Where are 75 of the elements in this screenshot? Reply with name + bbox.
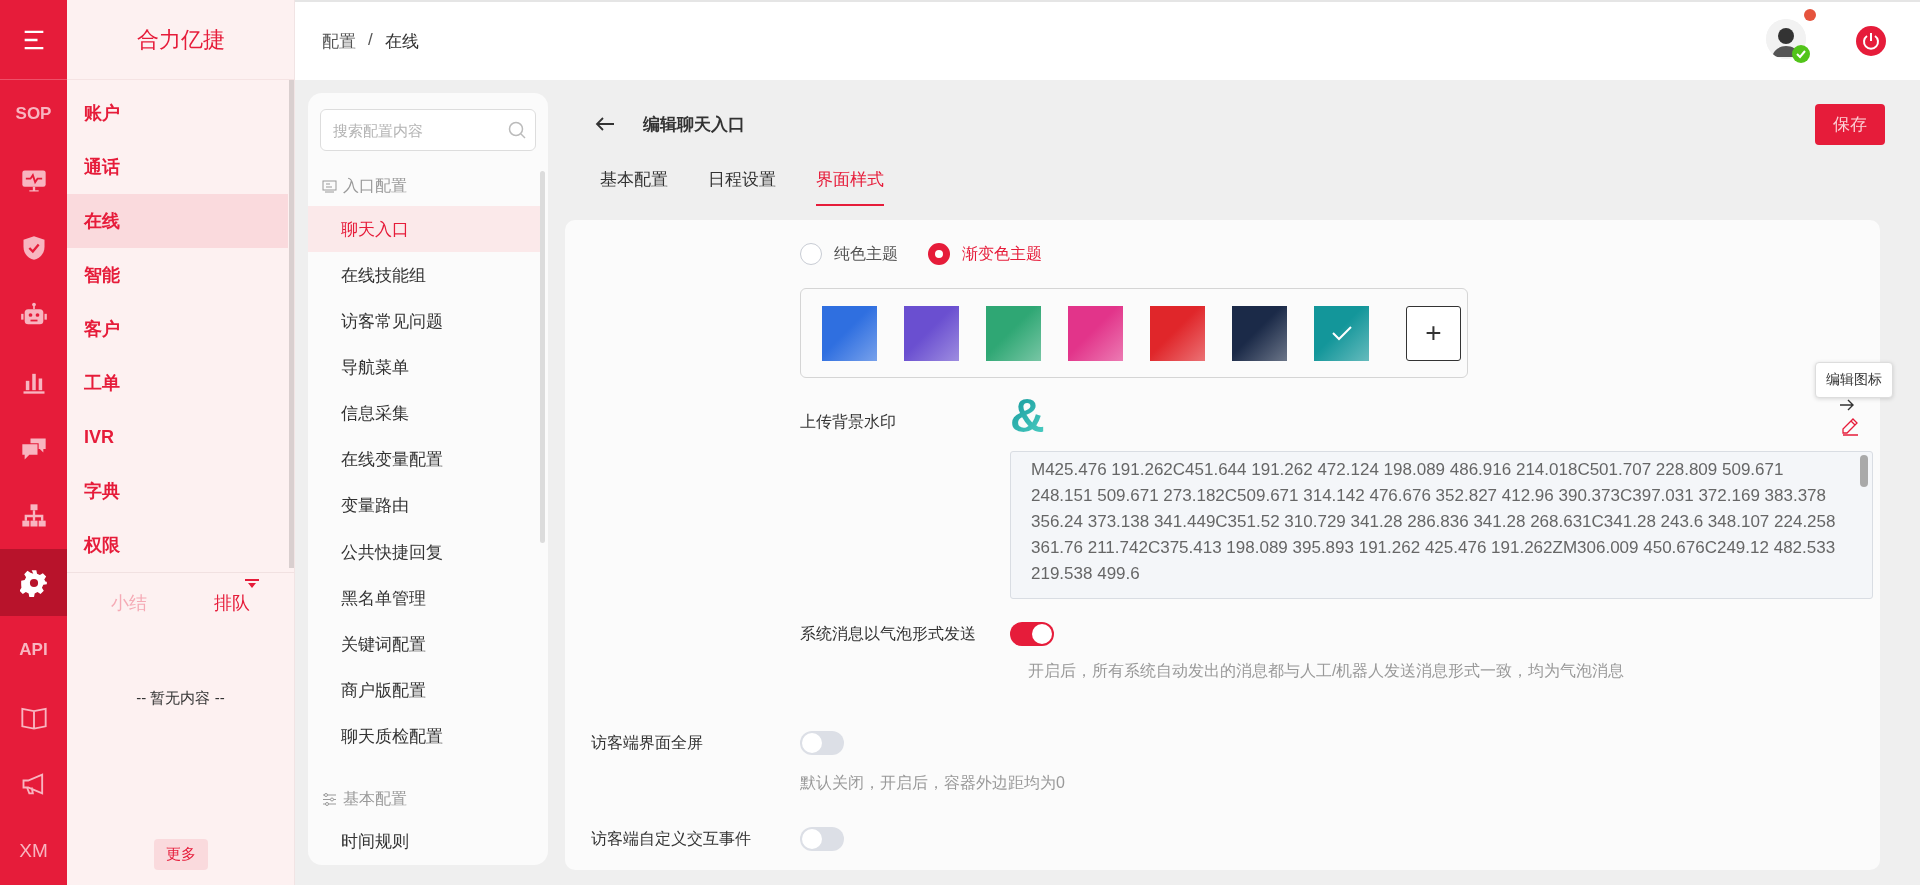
breadcrumb-item[interactable]: 配置	[322, 29, 356, 53]
breadcrumb-item: 在线	[384, 30, 419, 53]
brand-name: 合力亿捷	[67, 0, 294, 80]
page-title: 编辑聊天入口	[643, 113, 745, 136]
color-swatch[interactable]	[986, 305, 1041, 361]
config-menu-item[interactable]: 访客常见问题	[308, 298, 540, 345]
tab[interactable]: 基本配置	[600, 168, 668, 206]
tab[interactable]: 界面样式	[816, 168, 884, 206]
group-title: 入口配置	[343, 176, 407, 197]
empty-message: -- 暂无内容 --	[135, 689, 226, 708]
color-swatch[interactable]	[822, 305, 877, 361]
config-menu-item[interactable]: 在线变量配置	[308, 436, 540, 483]
dropdown-caret-icon[interactable]	[245, 579, 259, 588]
config-menu-item[interactable]: 聊天入口	[308, 206, 540, 253]
nav-menu-item[interactable]: 在线	[67, 194, 288, 248]
config-menu-item[interactable]: 商户版配置	[308, 667, 540, 714]
nav-menu-item[interactable]: 通话	[67, 140, 288, 194]
radio-button[interactable]: 渐变色主题	[928, 243, 1042, 265]
settings-icon	[19, 568, 48, 597]
org-chart-icon	[19, 501, 48, 530]
edit-icon[interactable]	[1840, 416, 1860, 436]
config-menu-item[interactable]: 聊天质检配置	[308, 713, 540, 760]
config-menu-item[interactable]: 信息采集	[308, 390, 540, 437]
scrollbar[interactable]	[289, 80, 294, 568]
online-status-icon	[1792, 45, 1810, 63]
arrow-icon[interactable]	[1839, 398, 1855, 412]
field-label: 访客端界面全屏	[591, 732, 704, 753]
config-menu-item[interactable]: 关键词配置	[308, 621, 540, 668]
tooltip: 编辑图标	[1815, 362, 1893, 398]
config-menu-item[interactable]: 在线技能组	[308, 252, 540, 299]
hint-text: 默认关闭，开启后，容器外边距均为0	[800, 773, 1066, 793]
color-swatch[interactable]	[1314, 305, 1369, 361]
more-button[interactable]: 更多	[153, 839, 208, 870]
save-button[interactable]: 保存	[1815, 103, 1885, 145]
field-label: 系统消息以气泡形式发送	[800, 623, 977, 644]
config-menu-item[interactable]: 导航菜单	[308, 344, 540, 391]
add-swatch-button[interactable]: +	[1406, 305, 1461, 361]
hint-text: 开启后，所有系统自动发出的消息都与人工/机器人发送消息形式一致，均为气泡消息	[1028, 661, 1626, 681]
radio-button[interactable]: 纯色主题	[800, 243, 898, 265]
rail-nav-item[interactable]: XM	[0, 817, 67, 884]
nav-menu-item[interactable]: IVR	[67, 410, 288, 464]
nav-menu-item[interactable]: 账户	[67, 86, 288, 140]
field-label: 访客端自定义交互事件	[591, 828, 752, 849]
monitor-icon	[322, 179, 337, 195]
config-menu-item[interactable]: 公共快捷回复	[308, 529, 540, 576]
nav-menu-item[interactable]: 权限	[67, 518, 288, 572]
rail-nav-item[interactable]	[0, 549, 67, 616]
rail-nav-item[interactable]: SOP	[0, 80, 67, 147]
notification-dot	[1804, 9, 1816, 21]
toggle-switch[interactable]	[800, 731, 844, 755]
color-swatch[interactable]	[904, 305, 959, 361]
breadcrumb-separator: /	[368, 29, 373, 51]
nav-menu-item[interactable]: 字典	[67, 464, 288, 518]
color-swatch[interactable]	[1150, 305, 1205, 361]
config-menu-item[interactable]: 黑名单管理	[308, 575, 540, 622]
field-label: 上传背景水印	[800, 412, 897, 432]
color-swatch[interactable]	[1232, 305, 1287, 361]
nav-menu-item[interactable]: 客户	[67, 302, 288, 356]
panel-tab[interactable]: 排队	[214, 591, 251, 615]
scrollbar[interactable]	[540, 171, 545, 543]
config-menu-item[interactable]: 变量路由	[308, 482, 540, 529]
nav-menu-item[interactable]: 智能	[67, 248, 288, 302]
tab[interactable]: 日程设置	[708, 168, 776, 206]
config-menu-item[interactable]: 时间规则	[308, 818, 540, 865]
toggle-switch[interactable]	[1010, 622, 1054, 646]
rail-nav-item[interactable]: API	[0, 616, 67, 683]
sliders-icon	[322, 791, 337, 807]
power-icon[interactable]	[1856, 26, 1886, 56]
nav-menu-item[interactable]: 工单	[67, 356, 288, 410]
search-icon[interactable]	[508, 121, 526, 139]
search-field[interactable]: 搜索配置内容	[320, 109, 536, 151]
toggle-switch[interactable]	[800, 827, 844, 851]
path-input-field[interactable]: M425.476 191.262C451.644 191.262 472.124 198.089 486.916 214.018C501.707 228.809 509.671 248.151 509.671 273.182C509.671 314.142 476.676 352.827 412.96 390.373C397.031 372.169 383.378 356.24 373.138 341.449C351.52 310.729 341.28 286.836 341.28 268.631C341.28 243.6 348.107 224.258 361.76 211.742C375.413 198.089 395.893 191.262 425.476 191.262ZM306.009 450.676C249.12 482.533 219.538 499.6	[1010, 451, 1873, 599]
group-title: 基本配置	[343, 788, 407, 809]
color-swatch[interactable]	[1068, 305, 1123, 361]
